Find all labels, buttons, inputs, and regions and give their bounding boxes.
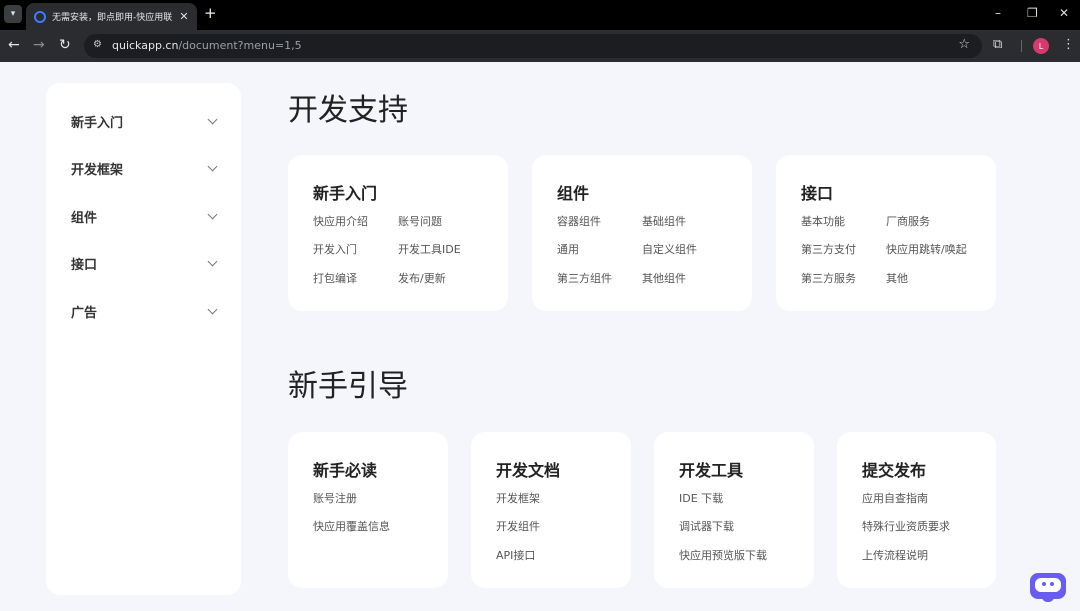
sidebar-item-label: 开发框架 — [71, 163, 124, 178]
link-industry-qualification[interactable]: 特殊行业资质要求 — [862, 518, 950, 534]
card-title: 新手入门 — [313, 184, 378, 203]
sidebar-item-framework[interactable]: 开发框架 — [71, 159, 218, 178]
link-quickapp-jump[interactable]: 快应用跳转/唤起 — [886, 241, 967, 257]
site-info-tune-icon[interactable]: ⚙ — [93, 39, 102, 50]
sidebar-item-ads[interactable]: 广告 — [71, 302, 218, 321]
link-account-register[interactable]: 账号注册 — [313, 490, 357, 506]
new-tab-plus-icon[interactable]: + — [204, 6, 217, 21]
link-quickapp-intro[interactable]: 快应用介绍 — [313, 213, 368, 229]
link-self-check-guide[interactable]: 应用自查指南 — [862, 490, 928, 506]
link-package-compile[interactable]: 打包编译 — [313, 270, 357, 286]
section-title-dev-support: 开发支持 — [288, 93, 408, 128]
card-title: 接口 — [801, 184, 834, 203]
link-third-party-services[interactable]: 第三方服务 — [801, 270, 856, 286]
card-dev-docs: 开发文档 开发框架 开发组件 API接口 — [471, 432, 631, 588]
card-title: 提交发布 — [862, 461, 927, 480]
link-other[interactable]: 其他 — [886, 270, 908, 286]
card-components: 组件 容器组件 基础组件 通用 自定义组件 第三方组件 其他组件 — [532, 155, 752, 311]
restore-window-icon[interactable]: ❐ — [1027, 6, 1038, 20]
sidebar-item-label: 新手入门 — [71, 116, 124, 131]
sidebar-item-getting-started[interactable]: 新手入门 — [71, 112, 218, 131]
card-title: 开发文档 — [496, 461, 561, 480]
url-text[interactable]: quickapp.cn/document?menu=1,5 — [112, 39, 302, 52]
chatbot-face — [1035, 578, 1061, 592]
card-submit-publish: 提交发布 应用自查指南 特殊行业资质要求 上传流程说明 — [837, 432, 996, 588]
link-upload-process[interactable]: 上传流程说明 — [862, 547, 928, 563]
browser-tab[interactable]: 无需安装，即点即用-快应用联 ✕ — [26, 3, 197, 30]
card-getting-started: 新手入门 快应用介绍 账号问题 开发入门 开发工具IDE 打包编译 发布/更新 — [288, 155, 508, 311]
card-must-read: 新手必读 账号注册 快应用覆盖信息 — [288, 432, 448, 588]
quickapp-favicon-icon — [34, 10, 46, 23]
toolbar-divider — [1021, 40, 1022, 52]
tab-close-icon[interactable]: ✕ — [177, 10, 191, 23]
docs-sidebar: 新手入门 开发框架 组件 接口 广告 — [46, 83, 241, 595]
back-arrow-icon[interactable]: ← — [8, 37, 20, 53]
link-third-party-payment[interactable]: 第三方支付 — [801, 241, 856, 257]
link-dev-components[interactable]: 开发组件 — [496, 518, 540, 534]
link-third-party-components[interactable]: 第三方组件 — [557, 270, 612, 286]
link-api[interactable]: API接口 — [496, 547, 535, 563]
profile-avatar[interactable]: L — [1033, 38, 1049, 54]
bookmark-star-icon[interactable]: ☆ — [958, 37, 970, 52]
card-api: 接口 基本功能 厂商服务 第三方支付 快应用跳转/唤起 第三方服务 其他 — [776, 155, 996, 311]
address-bar[interactable]: ⚙ quickapp.cn/document?menu=1,5 ☆ — [84, 34, 982, 58]
sidebar-item-label: 组件 — [71, 211, 98, 226]
chevron-down-icon — [207, 161, 218, 172]
reload-icon[interactable]: ↻ — [59, 37, 71, 53]
link-basic-components[interactable]: 基础组件 — [642, 213, 686, 229]
url-host: quickapp.cn — [112, 39, 179, 52]
sidebar-item-label: 广告 — [71, 306, 98, 321]
link-debugger-download[interactable]: 调试器下载 — [679, 518, 734, 534]
minimize-window-icon[interactable]: – — [995, 6, 1001, 20]
chatbot-eye — [1042, 582, 1046, 586]
link-dev-tool-ide[interactable]: 开发工具IDE — [398, 241, 461, 257]
sidebar-item-api[interactable]: 接口 — [71, 254, 218, 273]
link-preview-download[interactable]: 快应用预览版下载 — [679, 547, 767, 563]
link-vendor-services[interactable]: 厂商服务 — [886, 213, 930, 229]
card-title: 组件 — [557, 184, 590, 203]
extensions-puzzle-icon[interactable]: ⧉ — [993, 37, 1002, 52]
chatbot-assistant-icon[interactable] — [1030, 573, 1066, 602]
link-container-components[interactable]: 容器组件 — [557, 213, 601, 229]
link-coverage-info[interactable]: 快应用覆盖信息 — [313, 518, 390, 534]
link-dev-framework[interactable]: 开发框架 — [496, 490, 540, 506]
card-title: 新手必读 — [313, 461, 378, 480]
browser-menu-kebab-icon[interactable]: ⋮ — [1062, 37, 1075, 52]
link-general[interactable]: 通用 — [557, 241, 579, 257]
link-publish-update[interactable]: 发布/更新 — [398, 270, 446, 286]
link-account-issues[interactable]: 账号问题 — [398, 213, 442, 229]
section-title-beginner-guide: 新手引导 — [288, 369, 408, 404]
tab-title: 无需安装，即点即用-快应用联 — [52, 13, 173, 23]
link-dev-intro[interactable]: 开发入门 — [313, 241, 357, 257]
card-dev-tools: 开发工具 IDE 下载 调试器下载 快应用预览版下载 — [654, 432, 814, 588]
chevron-down-icon — [207, 256, 218, 267]
chevron-down-icon — [207, 209, 218, 220]
browser-toolbar: ← → ↻ ⚙ quickapp.cn/document?menu=1,5 ☆ — [0, 30, 1080, 62]
chevron-down-icon — [207, 304, 218, 315]
link-custom-components[interactable]: 自定义组件 — [642, 241, 697, 257]
link-other-components[interactable]: 其他组件 — [642, 270, 686, 286]
link-basic-features[interactable]: 基本功能 — [801, 213, 845, 229]
chatbot-eye — [1050, 582, 1054, 586]
chatbot-base — [1042, 596, 1054, 602]
close-window-icon[interactable]: ✕ — [1059, 6, 1069, 20]
chevron-down-icon — [207, 114, 218, 125]
card-title: 开发工具 — [679, 461, 744, 480]
browser-tab-strip: ▾ 无需安装，即点即用-快应用联 ✕ + – ❐ ✕ — [0, 0, 1080, 30]
forward-arrow-icon[interactable]: → — [33, 37, 45, 53]
sidebar-item-label: 接口 — [71, 258, 98, 273]
url-path: /document?menu=1,5 — [178, 39, 302, 52]
tab-search-chevron-down-icon[interactable]: ▾ — [4, 5, 22, 23]
sidebar-item-components[interactable]: 组件 — [71, 207, 218, 226]
link-ide-download[interactable]: IDE 下载 — [679, 490, 723, 506]
